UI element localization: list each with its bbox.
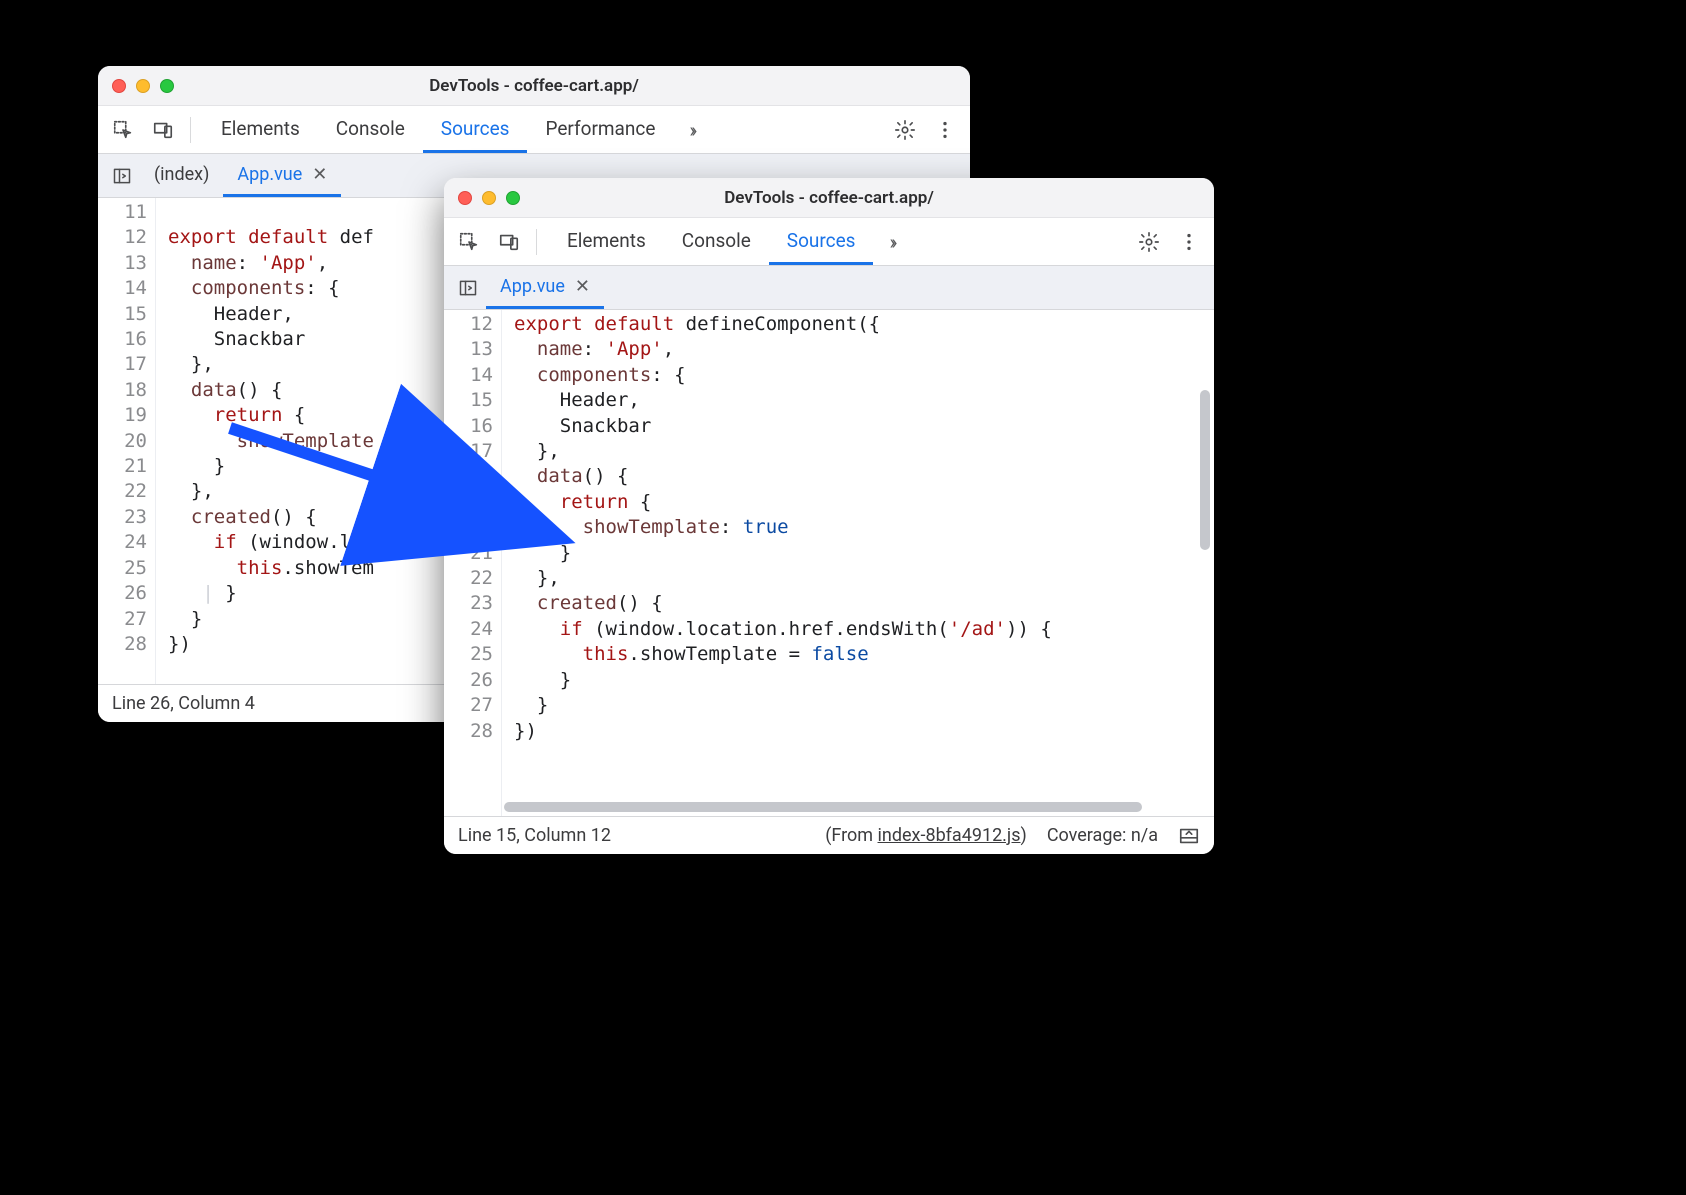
- code-line: }: [514, 668, 1214, 693]
- panel-tabs: ElementsConsoleSourcesPerformance: [203, 106, 673, 153]
- code-line: }): [514, 719, 1214, 744]
- code-line: data() {: [514, 464, 1214, 489]
- code-line: name: 'App',: [514, 337, 1214, 362]
- code-line: Header,: [514, 388, 1214, 413]
- gear-icon[interactable]: [890, 115, 920, 145]
- code-line: return {: [514, 490, 1214, 515]
- close-window-button[interactable]: [112, 79, 126, 93]
- navigator-icon[interactable]: [104, 154, 140, 197]
- panel-tab-performance[interactable]: Performance: [527, 106, 673, 153]
- code-line: this.showTemplate = false: [514, 642, 1214, 667]
- code-line: export default defineComponent({: [514, 312, 1214, 337]
- panel-tabs: ElementsConsoleSources: [549, 218, 873, 265]
- toolbar-separator: [190, 117, 191, 143]
- cursor-position: Line 15, Column 12: [458, 825, 611, 846]
- panel-tab-console[interactable]: Console: [664, 218, 769, 265]
- code-area[interactable]: export default defineComponent({ name: '…: [502, 310, 1214, 816]
- line-gutter: 12 13 14 15 16 17 18 19 20 21 22 23 24 2…: [444, 310, 502, 816]
- panel-tab-elements[interactable]: Elements: [549, 218, 664, 265]
- inspect-icon[interactable]: [108, 115, 138, 145]
- file-tab[interactable]: App.vue ✕: [223, 154, 341, 197]
- close-window-button[interactable]: [458, 191, 472, 205]
- line-gutter: 11 12 13 14 15 16 17 18 19 20 21 22 23 2…: [98, 198, 156, 684]
- code-editor[interactable]: 12 13 14 15 16 17 18 19 20 21 22 23 24 2…: [444, 310, 1214, 816]
- kebab-icon[interactable]: [930, 115, 960, 145]
- panel-tab-console[interactable]: Console: [318, 106, 423, 153]
- code-line: components: {: [514, 363, 1214, 388]
- file-tab-label: App.vue: [237, 164, 302, 185]
- titlebar[interactable]: DevTools - coffee-cart.app/: [98, 66, 970, 106]
- file-tab[interactable]: App.vue ✕: [486, 266, 604, 309]
- code-line: Snackbar: [514, 414, 1214, 439]
- vertical-scrollbar[interactable]: [1198, 310, 1212, 816]
- file-tabs-bar: App.vue ✕: [444, 266, 1214, 310]
- coverage-status: Coverage: n/a: [1047, 825, 1158, 846]
- overflow-icon[interactable]: ››: [883, 230, 899, 254]
- close-icon[interactable]: ✕: [575, 276, 590, 297]
- gear-icon[interactable]: [1134, 227, 1164, 257]
- source-mapped-from: (From index-8bfa4912.js): [825, 825, 1027, 846]
- file-tab-label: (index): [154, 164, 209, 185]
- devtools-window-front: DevTools - coffee-cart.app/ ElementsCons…: [444, 178, 1214, 854]
- kebab-icon[interactable]: [1174, 227, 1204, 257]
- panel-tab-elements[interactable]: Elements: [203, 106, 318, 153]
- inspect-icon[interactable]: [454, 227, 484, 257]
- panel-tab-sources[interactable]: Sources: [769, 218, 874, 265]
- overflow-icon[interactable]: ››: [683, 118, 699, 142]
- horizontal-scrollbar[interactable]: [504, 800, 1198, 814]
- code-line: },: [514, 439, 1214, 464]
- zoom-window-button[interactable]: [506, 191, 520, 205]
- cursor-position: Line 26, Column 4: [112, 693, 255, 714]
- status-bar: Line 15, Column 12 (From index-8bfa4912.…: [444, 816, 1214, 854]
- main-toolbar: ElementsConsoleSourcesPerformance ››: [98, 106, 970, 154]
- main-toolbar: ElementsConsoleSources ››: [444, 218, 1214, 266]
- file-tab[interactable]: (index): [140, 154, 223, 197]
- close-icon[interactable]: ✕: [312, 164, 327, 185]
- code-line: if (window.location.href.endsWith('/ad')…: [514, 617, 1214, 642]
- titlebar[interactable]: DevTools - coffee-cart.app/: [444, 178, 1214, 218]
- device-toolbar-icon[interactable]: [494, 227, 524, 257]
- panel-tab-sources[interactable]: Sources: [423, 106, 528, 153]
- code-line: showTemplate: true: [514, 515, 1214, 540]
- toolbar-separator: [536, 229, 537, 255]
- window-title: DevTools - coffee-cart.app/: [98, 76, 970, 96]
- file-tab-label: App.vue: [500, 276, 565, 297]
- window-title: DevTools - coffee-cart.app/: [444, 188, 1214, 208]
- code-line: },: [514, 566, 1214, 591]
- minimize-window-button[interactable]: [482, 191, 496, 205]
- code-line: created() {: [514, 591, 1214, 616]
- zoom-window-button[interactable]: [160, 79, 174, 93]
- source-map-link[interactable]: index-8bfa4912.js: [878, 825, 1021, 846]
- device-toolbar-icon[interactable]: [148, 115, 178, 145]
- drawer-icon[interactable]: [1178, 825, 1200, 847]
- code-line: }: [514, 693, 1214, 718]
- navigator-icon[interactable]: [450, 266, 486, 309]
- code-line: }: [514, 541, 1214, 566]
- minimize-window-button[interactable]: [136, 79, 150, 93]
